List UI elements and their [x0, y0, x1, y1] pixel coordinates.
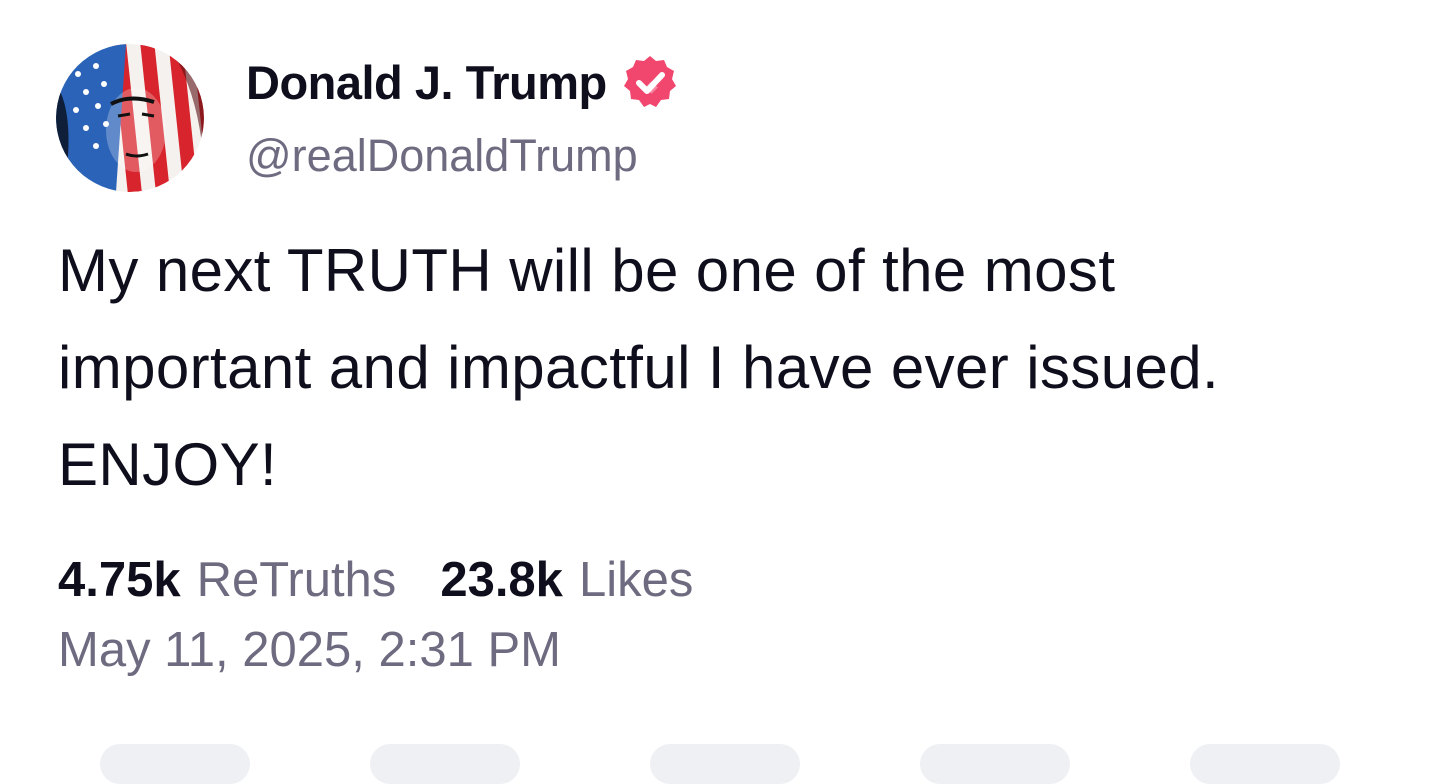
- action-bar: [0, 738, 1440, 784]
- likes-label: Likes: [578, 553, 694, 607]
- post-text-line: My next TRUTH will be one of the most: [58, 237, 1116, 304]
- author-name-row: Donald J. Trump: [246, 50, 679, 114]
- retruth-button[interactable]: [370, 744, 520, 784]
- retruths-label: ReTruths: [196, 553, 397, 607]
- post-text-line: ENJOY!: [58, 431, 278, 498]
- author-name[interactable]: Donald J. Trump: [246, 55, 607, 110]
- verified-badge-icon: [621, 53, 679, 111]
- retruths-count: 4.75k: [58, 553, 181, 607]
- likes-count: 23.8k: [440, 553, 563, 607]
- truth-post: Donald J. Trump @realDonaldTrump My next…: [0, 0, 1440, 784]
- like-button[interactable]: [650, 744, 800, 784]
- share-button[interactable]: [920, 744, 1070, 784]
- author-handle[interactable]: @realDonaldTrump: [246, 130, 638, 182]
- post-text-line: important and impactful I have ever issu…: [58, 334, 1220, 401]
- flag-portrait-avatar-icon: [56, 44, 204, 192]
- reply-button[interactable]: [100, 744, 250, 784]
- post-text: My next TRUTH will be one of the most im…: [58, 222, 1398, 513]
- post-timestamp: May 11, 2025, 2:31 PM: [58, 623, 561, 677]
- more-button[interactable]: [1190, 744, 1340, 784]
- likes-stat[interactable]: 23.8k Likes: [440, 552, 693, 608]
- engagement-stats: 4.75k ReTruths 23.8k Likes: [58, 545, 693, 615]
- author-avatar[interactable]: [56, 44, 204, 192]
- retruths-stat[interactable]: 4.75k ReTruths: [58, 552, 396, 608]
